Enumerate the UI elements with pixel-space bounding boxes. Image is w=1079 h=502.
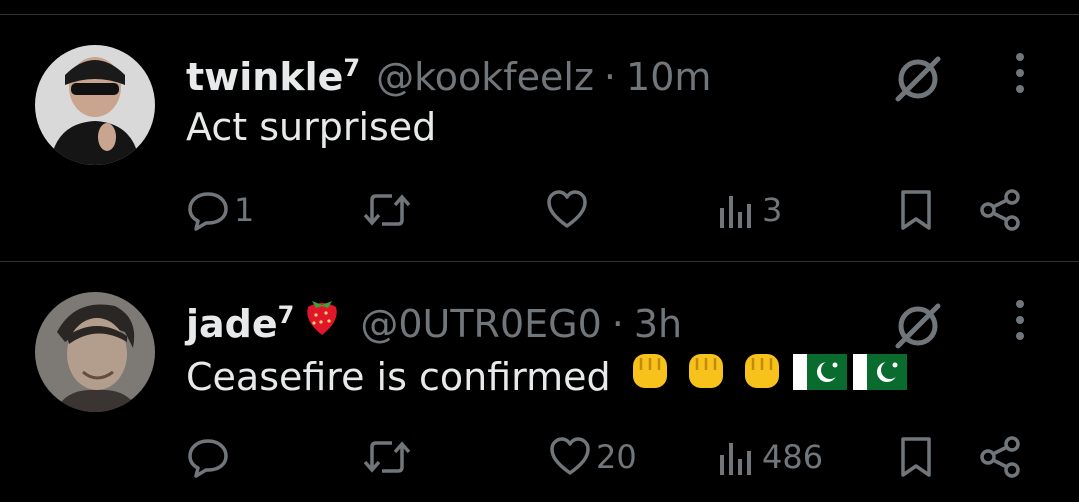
- handle[interactable]: @kookfeelz: [376, 52, 594, 102]
- views-count: 3: [762, 191, 783, 229]
- views-button[interactable]: 3: [718, 185, 782, 235]
- bookmark-button[interactable]: [896, 185, 936, 235]
- more-icon[interactable]: [1010, 298, 1030, 342]
- raised-fist-icon: [737, 346, 787, 407]
- more-icon[interactable]: [1010, 51, 1030, 95]
- like-count: 20: [596, 438, 637, 476]
- tweet-text: Act surprised: [186, 105, 437, 149]
- grok-icon[interactable]: [890, 51, 946, 107]
- tweet-actions: 20 486: [0, 432, 1079, 482]
- avatar[interactable]: [35, 45, 155, 165]
- share-icon: [980, 189, 1020, 231]
- views-button[interactable]: 486: [718, 432, 823, 482]
- handle[interactable]: @0UTR0EG0: [360, 299, 601, 349]
- reply-icon: [188, 439, 228, 478]
- avatar[interactable]: [35, 292, 155, 412]
- retweet-icon: [363, 441, 411, 473]
- tweet[interactable]: twinkle7 @kookfeelz · 10m Act surprised …: [0, 15, 1079, 255]
- timestamp[interactable]: 10m: [626, 52, 711, 102]
- separator-dot: ·: [603, 55, 617, 99]
- views-count: 486: [762, 438, 824, 476]
- bookmark-icon: [901, 437, 931, 477]
- retweet-button[interactable]: [362, 432, 416, 482]
- views-icon: [720, 443, 751, 475]
- separator-dot: ·: [611, 302, 624, 346]
- like-icon: [547, 190, 587, 228]
- raised-fist-icon: [681, 346, 731, 407]
- retweet-icon: [363, 194, 411, 226]
- tweet-header: jade7 @0UTR0EG0 · 3h: [186, 290, 682, 346]
- like-icon: [550, 437, 590, 475]
- display-name[interactable]: twinkle7: [186, 43, 360, 102]
- share-button[interactable]: [976, 432, 1024, 482]
- pakistan-flag-icon: [792, 349, 847, 405]
- pakistan-flag-icon: [852, 349, 907, 405]
- share-button[interactable]: [976, 185, 1024, 235]
- raised-fist-icon: [625, 346, 675, 407]
- share-icon: [980, 436, 1020, 478]
- reply-button[interactable]: [186, 432, 234, 482]
- like-button[interactable]: 20: [548, 432, 637, 482]
- strawberry-icon: [300, 291, 344, 349]
- tweet-text: Ceasefire is confirmed: [186, 346, 907, 407]
- tweet-actions: 1 3: [0, 185, 1079, 235]
- tweet[interactable]: jade7 @0UTR0EG0 · 3h Ceasefire is confir…: [0, 262, 1079, 502]
- display-name[interactable]: jade7: [186, 290, 294, 349]
- reply-icon: [188, 192, 228, 231]
- bookmark-button[interactable]: [896, 432, 936, 482]
- reply-button[interactable]: 1: [186, 185, 254, 235]
- reply-count: 1: [234, 191, 255, 229]
- like-button[interactable]: [545, 185, 593, 235]
- views-icon: [720, 196, 751, 228]
- bookmark-icon: [901, 190, 931, 230]
- tweet-header: twinkle7 @kookfeelz · 10m: [186, 43, 711, 99]
- timestamp[interactable]: 3h: [634, 299, 682, 349]
- retweet-button[interactable]: [362, 185, 416, 235]
- grok-icon[interactable]: [890, 298, 946, 354]
